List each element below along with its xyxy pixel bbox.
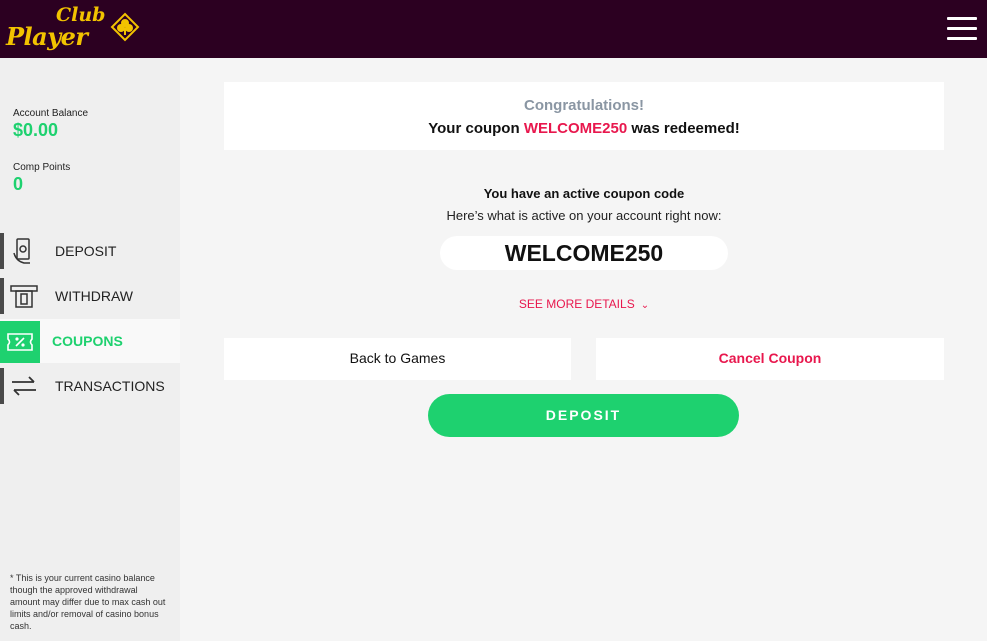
congratulations-heading: Congratulations! <box>524 97 644 114</box>
coupon-icon <box>7 333 33 351</box>
arrows-exchange-icon <box>12 376 36 396</box>
account-balance-label: Account Balance <box>13 108 89 119</box>
balance-footnote: * This is your current casino balance th… <box>10 573 166 631</box>
cancel-coupon-button[interactable]: Cancel Coupon <box>596 338 944 380</box>
top-bar: Club Player <box>0 0 987 58</box>
comp-points-label: Comp Points <box>13 162 71 173</box>
redeemed-notice: Congratulations! Your coupon WELCOME250 … <box>224 82 944 150</box>
sidebar-item-deposit[interactable]: DEPOSIT <box>0 229 180 273</box>
sidebar-item-label: DEPOSIT <box>55 243 117 259</box>
active-coupon-title: You have an active coupon code <box>483 186 685 201</box>
see-more-details-label: SEE MORE DETAILS <box>518 297 635 311</box>
redeemed-prefix: Your coupon <box>428 120 520 137</box>
atm-icon <box>10 285 38 308</box>
sidebar-item-label: WITHDRAW <box>55 288 134 304</box>
sidebar-item-transactions[interactable]: TRANSACTIONS <box>0 364 180 408</box>
see-more-details-link[interactable]: SEE MORE DETAILS ⌄ <box>224 297 944 311</box>
club-suit-icon <box>110 12 140 42</box>
deposit-button[interactable]: DEPOSIT <box>428 394 739 437</box>
sidebar-item-coupons[interactable]: COUPONS <box>0 319 180 363</box>
chevron-down-icon: ⌄ <box>640 300 650 311</box>
active-coupon-subtitle: Here’s what is active on your account ri… <box>446 208 722 223</box>
club-player-logo[interactable]: Club Player <box>6 4 146 52</box>
sidebar-item-label: COUPONS <box>52 333 123 349</box>
money-hand-icon <box>13 238 30 264</box>
redeemed-message: Your coupon WELCOME250 was redeemed! <box>224 120 944 137</box>
logo-player-text: Player <box>6 22 88 51</box>
redeemed-suffix: was redeemed! <box>631 120 740 137</box>
sidebar-item-withdraw[interactable]: WITHDRAW <box>0 274 180 318</box>
active-coupon-code: WELCOME250 <box>440 236 728 270</box>
redeemed-code: WELCOME250 <box>523 120 628 137</box>
account-sidebar: Account Balance $0.00 Comp Points 0 DEPO… <box>0 58 180 641</box>
back-to-games-button[interactable]: Back to Games <box>224 338 571 380</box>
account-balance-value: $0.00 <box>13 120 59 140</box>
hamburger-icon[interactable] <box>947 17 977 41</box>
comp-points-value: 0 <box>13 174 24 194</box>
sidebar-item-label: TRANSACTIONS <box>55 378 165 394</box>
